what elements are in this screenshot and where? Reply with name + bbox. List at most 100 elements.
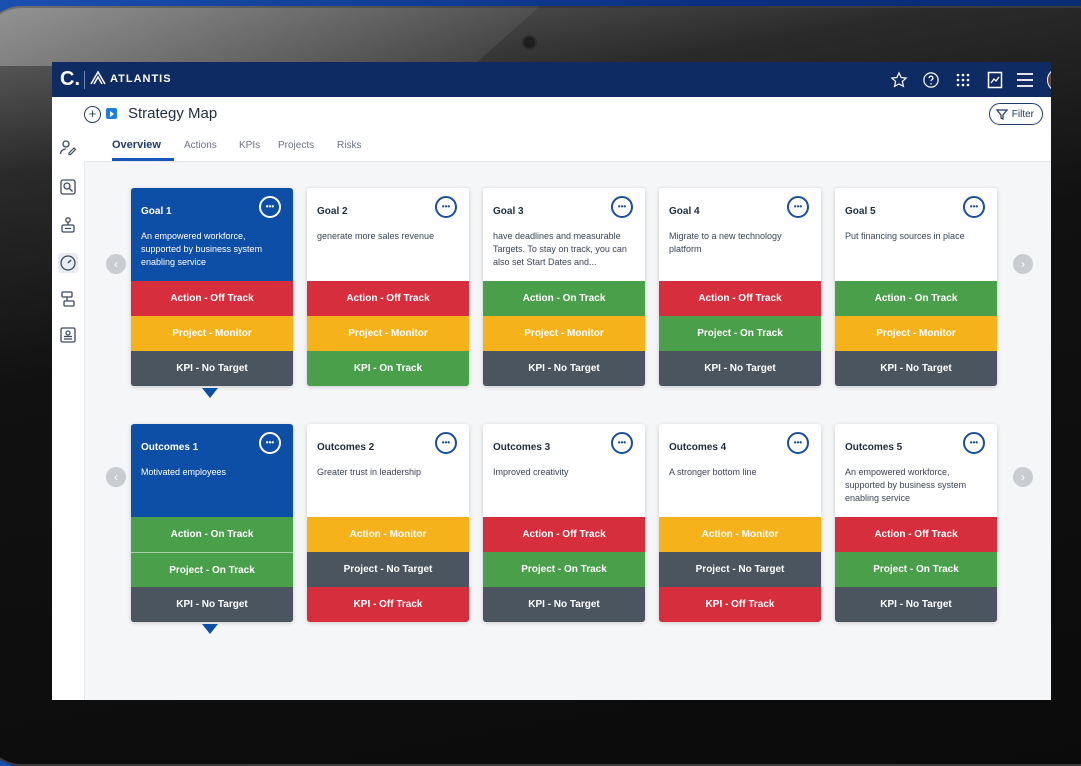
status-bar[interactable]: KPI - Off Track bbox=[307, 587, 469, 622]
goal-card[interactable]: Goal 2 ••• generate more sales revenue Acti… bbox=[307, 188, 469, 386]
status-bar[interactable]: Project - Monitor bbox=[483, 316, 645, 351]
goal-title: Goal 2 bbox=[317, 206, 348, 217]
more-options-icon[interactable]: ••• bbox=[963, 432, 985, 454]
brand-logo[interactable]: C. bbox=[60, 68, 80, 91]
tab-bar: Overview Actions KPIs Projects Risks bbox=[84, 131, 1051, 162]
outcomes-next-arrow[interactable]: › bbox=[1013, 467, 1033, 487]
sidebar bbox=[52, 97, 85, 700]
outcome-description: A stronger bottom line bbox=[669, 467, 757, 477]
status-bar[interactable]: KPI - No Target bbox=[131, 351, 293, 386]
status-bar[interactable]: KPI - No Target bbox=[483, 351, 645, 386]
outcome-card[interactable]: Outcomes 1 ••• Motivated employees Action -… bbox=[131, 424, 293, 622]
outcome-card[interactable]: Outcomes 3 ••• Improved creativity Action -… bbox=[483, 424, 645, 622]
outcome-description: Motivated employees bbox=[141, 467, 227, 477]
star-icon[interactable] bbox=[889, 70, 909, 90]
outcome-description: An empowered workforce, supported by bus… bbox=[845, 467, 967, 503]
more-options-icon[interactable]: ••• bbox=[435, 196, 457, 218]
status-bar[interactable]: Action - On Track bbox=[483, 281, 645, 316]
status-bar[interactable]: Project - Monitor bbox=[835, 316, 997, 351]
tab-risks[interactable]: Risks bbox=[337, 140, 361, 151]
users-icon[interactable] bbox=[58, 137, 78, 157]
filter-button[interactable]: Filter bbox=[988, 103, 1043, 125]
more-options-icon[interactable]: ••• bbox=[963, 196, 985, 218]
goal-description: Put financing sources in place bbox=[845, 231, 965, 241]
outcome-card[interactable]: Outcomes 4 ••• A stronger bottom line Actio… bbox=[659, 424, 821, 622]
org-icon[interactable] bbox=[58, 215, 78, 235]
goal-selected-pointer bbox=[202, 388, 218, 398]
status-bar[interactable]: Project - Monitor bbox=[131, 316, 293, 351]
flow-icon[interactable] bbox=[58, 289, 78, 309]
goals-next-arrow[interactable]: › bbox=[1013, 254, 1033, 274]
outcomes-prev-arrow[interactable]: ‹ bbox=[106, 467, 126, 487]
status-bar[interactable]: KPI - No Target bbox=[835, 351, 997, 386]
user-avatar[interactable] bbox=[1047, 68, 1051, 92]
more-options-icon[interactable]: ••• bbox=[259, 196, 281, 218]
status-bar[interactable]: Action - Off Track bbox=[835, 517, 997, 552]
outcome-selected-pointer bbox=[202, 624, 218, 634]
report-icon[interactable] bbox=[985, 70, 1005, 90]
more-options-icon[interactable]: ••• bbox=[787, 196, 809, 218]
filter-label: Filter bbox=[1011, 108, 1034, 120]
id-card-icon[interactable] bbox=[58, 325, 78, 345]
more-options-icon[interactable]: ••• bbox=[787, 432, 809, 454]
status-bar[interactable]: KPI - On Track bbox=[307, 351, 469, 386]
help-icon[interactable] bbox=[921, 70, 941, 90]
active-tab-indicator bbox=[112, 158, 174, 161]
status-bar[interactable]: Project - No Target bbox=[307, 552, 469, 587]
status-bar[interactable]: Action - Off Track bbox=[659, 281, 821, 316]
status-bar[interactable]: Action - On Track bbox=[835, 281, 997, 316]
app-screen: C. ATLANTIS + Strategy Map Filter Overvi… bbox=[52, 62, 1051, 700]
goal-description: Migrate to a new technology platform bbox=[669, 231, 782, 254]
goal-card[interactable]: Goal 5 ••• Put financing sources in place A… bbox=[835, 188, 997, 386]
atlantis-logo-icon bbox=[90, 70, 106, 89]
outcome-title: Outcomes 4 bbox=[669, 442, 727, 453]
status-bar[interactable]: Action - Off Track bbox=[307, 281, 469, 316]
brand-divider bbox=[84, 71, 85, 89]
status-bar[interactable]: Project - Monitor bbox=[307, 316, 469, 351]
goal-title: Goal 5 bbox=[845, 206, 876, 217]
status-bar[interactable]: KPI - No Target bbox=[483, 587, 645, 622]
status-bar[interactable]: Action - Monitor bbox=[307, 517, 469, 552]
play-icon[interactable] bbox=[106, 108, 117, 119]
tab-overview[interactable]: Overview bbox=[112, 139, 161, 151]
camera bbox=[524, 37, 535, 48]
goal-description: generate more sales revenue bbox=[317, 231, 435, 241]
goal-card[interactable]: Goal 4 ••• Migrate to a new technology pla… bbox=[659, 188, 821, 386]
bezel-glare bbox=[0, 6, 540, 66]
outcome-title: Outcomes 1 bbox=[141, 442, 199, 453]
status-bar[interactable]: Project - On Track bbox=[835, 552, 997, 587]
more-options-icon[interactable]: ••• bbox=[259, 432, 281, 454]
menu-icon[interactable] bbox=[1015, 70, 1035, 90]
status-bar[interactable]: Action - Monitor bbox=[659, 517, 821, 552]
status-bar[interactable]: Project - No Target bbox=[659, 552, 821, 587]
dashboard-icon[interactable] bbox=[58, 253, 78, 273]
status-bar[interactable]: KPI - No Target bbox=[131, 587, 293, 622]
status-bar[interactable]: KPI - No Target bbox=[835, 587, 997, 622]
status-bar[interactable]: KPI - No Target bbox=[659, 351, 821, 386]
tab-projects[interactable]: Projects bbox=[278, 140, 314, 151]
status-bar[interactable]: Project - On Track bbox=[483, 552, 645, 587]
goal-card[interactable]: Goal 3 ••• have deadlines and measurable T… bbox=[483, 188, 645, 386]
goals-prev-arrow[interactable]: ‹ bbox=[106, 254, 126, 274]
status-bar[interactable]: Action - On Track bbox=[131, 517, 293, 552]
more-options-icon[interactable]: ••• bbox=[611, 432, 633, 454]
more-options-icon[interactable]: ••• bbox=[435, 432, 457, 454]
goal-card[interactable]: Goal 1 ••• An empowered workforce, support… bbox=[131, 188, 293, 386]
outcome-card[interactable]: Outcomes 5 ••• An empowered workforce, sup… bbox=[835, 424, 997, 622]
outcome-card[interactable]: Outcomes 2 ••• Greater trust in leadership… bbox=[307, 424, 469, 622]
status-bar[interactable]: Project - On Track bbox=[659, 316, 821, 351]
tab-actions[interactable]: Actions bbox=[184, 140, 217, 151]
outcome-title: Outcomes 5 bbox=[845, 442, 903, 453]
tab-kpis[interactable]: KPIs bbox=[239, 140, 260, 151]
status-bar[interactable]: Action - Off Track bbox=[131, 281, 293, 316]
apps-grid-icon[interactable] bbox=[953, 70, 973, 90]
search-person-icon[interactable] bbox=[58, 177, 78, 197]
add-button[interactable]: + bbox=[84, 106, 101, 123]
org-logo: ATLANTIS bbox=[90, 70, 171, 90]
status-bar[interactable]: Action - Off Track bbox=[483, 517, 645, 552]
outcome-description: Improved creativity bbox=[493, 467, 569, 477]
outcome-description: Greater trust in leadership bbox=[317, 467, 422, 477]
status-bar[interactable]: Project - On Track bbox=[131, 552, 293, 588]
status-bar[interactable]: KPI - Off Track bbox=[659, 587, 821, 622]
more-options-icon[interactable]: ••• bbox=[611, 196, 633, 218]
